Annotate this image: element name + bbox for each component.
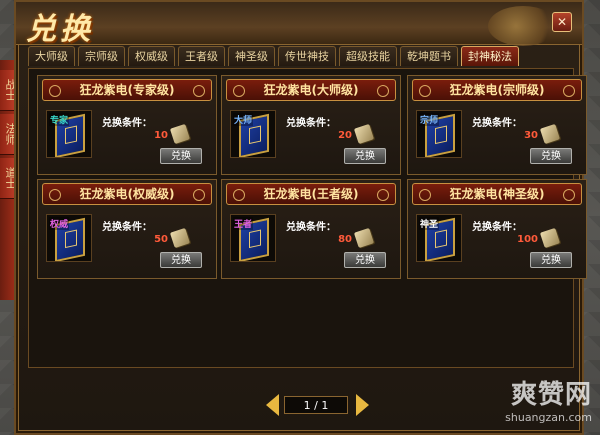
exchange-button[interactable]: 兑换 [530,252,572,268]
prev-page-button[interactable] [266,394,279,416]
grade-tag: 权威 [49,217,70,230]
watermark-url: shuangzan.com [505,411,592,424]
close-button[interactable]: ✕ [552,12,572,32]
exchange-button[interactable]: 兑换 [160,252,202,268]
grade-tag: 宗师 [419,113,440,126]
exchange-grid: 狂龙紫电(专家级) 专家 兑换条件： 10 兑换 狂龙紫电(大师级) 大师 兑换… [28,68,587,368]
tab-fengshen-secret[interactable]: 封神秘法 [461,46,519,66]
title-bar[interactable]: 兑换 ✕ [16,2,582,47]
page-indicator: 1 / 1 [284,396,348,414]
card-title: 狂龙紫电(大师级) [226,79,396,101]
category-tabs: 大师级 宗师级 权威级 王者级 神圣级 传世神技 超级技能 乾坤题书 封神秘法 [28,46,519,68]
required-count: 100 [517,234,538,245]
condition-label: 兑换条件： [472,118,522,129]
grade-tag: 大师 [233,113,254,126]
condition-label: 兑换条件： [472,222,522,233]
tab-super-skill[interactable]: 超级技能 [339,46,397,66]
exchange-button[interactable]: 兑换 [530,148,572,164]
condition-label: 兑换条件： [102,222,152,233]
tab-legendary-skill[interactable]: 传世神技 [278,46,336,66]
required-count: 10 [154,130,168,141]
required-count: 50 [154,234,168,245]
skill-book-icon[interactable]: 王者 [230,214,276,262]
required-count: 30 [524,130,538,141]
card-title: 狂龙紫电(权威级) [42,183,212,205]
tab-king[interactable]: 王者级 [178,46,225,66]
scroll-item-icon[interactable] [169,123,191,145]
exchange-button[interactable]: 兑换 [344,252,386,268]
card-title: 狂龙紫电(神圣级) [412,183,582,205]
grade-tag: 神圣 [419,217,440,230]
exchange-card: 狂龙紫电(王者级) 王者 兑换条件： 80 兑换 [221,179,401,279]
required-count: 80 [338,234,352,245]
tab-authority[interactable]: 权威级 [128,46,175,66]
exchange-button[interactable]: 兑换 [344,148,386,164]
grade-tag: 王者 [233,217,254,230]
tab-qiankun-book[interactable]: 乾坤题书 [400,46,458,66]
tab-master[interactable]: 大师级 [28,46,75,66]
scroll-item-icon[interactable] [169,227,191,249]
condition-label: 兑换条件： [286,222,336,233]
condition-label: 兑换条件： [102,118,152,129]
exchange-card: 狂龙紫电(权威级) 权威 兑换条件： 50 兑换 [37,179,217,279]
exchange-window: 兑换 ✕ 大师级 宗师级 权威级 王者级 神圣级 传世神技 超级技能 乾坤题书 … [14,0,587,435]
scroll-item-icon[interactable] [539,123,561,145]
scroll-item-icon[interactable] [353,227,375,249]
required-count: 20 [338,130,352,141]
card-title: 狂龙紫电(专家级) [42,79,212,101]
exchange-card: 狂龙紫电(大师级) 大师 兑换条件： 20 兑换 [221,75,401,175]
exchange-card: 狂龙紫电(宗师级) 宗师 兑换条件： 30 兑换 [407,75,587,175]
skill-book-icon[interactable]: 权威 [46,214,92,262]
exchange-card: 狂龙紫电(专家级) 专家 兑换条件： 10 兑换 [37,75,217,175]
exchange-card: 狂龙紫电(神圣级) 神圣 兑换条件： 100 兑换 [407,179,587,279]
scroll-item-icon[interactable] [353,123,375,145]
card-title: 狂龙紫电(宗师级) [412,79,582,101]
skill-book-icon[interactable]: 大师 [230,110,276,158]
tab-grandmaster[interactable]: 宗师级 [78,46,125,66]
skill-book-icon[interactable]: 宗师 [416,110,462,158]
exchange-button[interactable]: 兑换 [160,148,202,164]
dragon-emblem-icon [488,6,558,46]
site-watermark: 爽赞网 shuangzan.com [505,374,592,424]
next-page-button[interactable] [356,394,369,416]
scroll-item-icon[interactable] [539,227,561,249]
tab-divine[interactable]: 神圣级 [228,46,275,66]
condition-label: 兑换条件： [286,118,336,129]
skill-book-icon[interactable]: 神圣 [416,214,462,262]
watermark-logo: 爽赞网 [510,380,592,410]
skill-book-icon[interactable]: 专家 [46,110,92,158]
grade-tag: 专家 [49,113,70,126]
card-title: 狂龙紫电(王者级) [226,183,396,205]
window-title: 兑换 [26,12,94,47]
